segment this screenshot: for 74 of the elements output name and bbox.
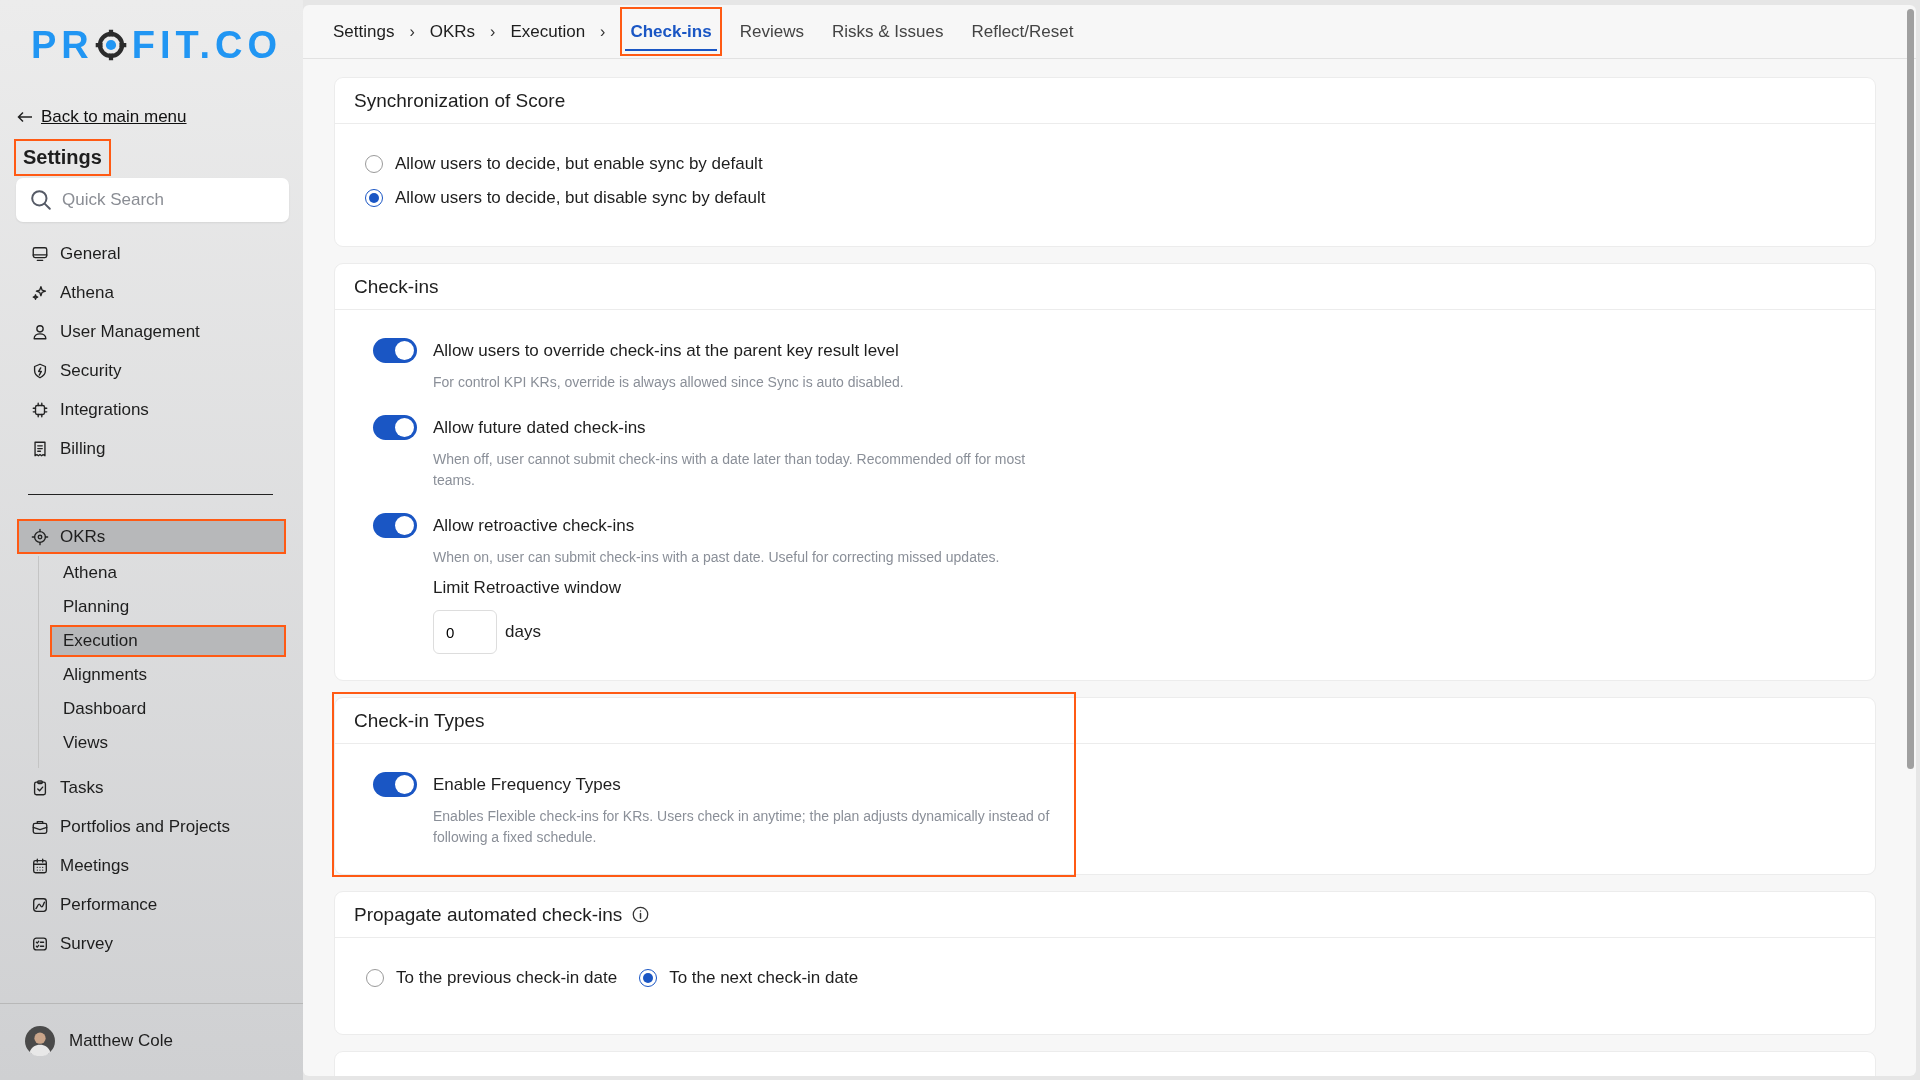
breadcrumb-link[interactable]: Settings [333, 21, 395, 42]
tab[interactable]: Risks & Issues [821, 7, 954, 56]
chart-icon [31, 895, 49, 914]
toggle-label: Allow users to override check-ins at the parent key result level [433, 340, 900, 362]
toggle-label: Allow retroactive check-ins [433, 515, 636, 537]
radio-label: To the next check-in date [669, 968, 859, 988]
subnav-item[interactable]: Execution [50, 625, 286, 657]
nav-item[interactable]: Survey [17, 926, 286, 961]
toggle-description: For control KPI KRs, override is always allowed since Sync is auto disabled. [433, 373, 904, 392]
breadcrumb-link[interactable]: OKRs [429, 21, 476, 42]
shield-icon [31, 361, 49, 380]
nav-item[interactable]: Billing [17, 431, 286, 466]
toggle-description: When off, user cannot submit check-ins with a date later than today. Recommended off for most teams. [433, 450, 1027, 490]
toggle-label: Enable Frequency Types [433, 774, 622, 796]
sparkle-icon [31, 283, 49, 302]
nav-item[interactable]: Meetings [17, 848, 286, 883]
toggle-switch[interactable] [373, 338, 417, 363]
logo-text: PR [31, 25, 94, 64]
calendar-icon [31, 856, 49, 875]
subnav-item[interactable]: Alignments [50, 659, 286, 691]
tab[interactable]: Check-ins [620, 7, 722, 56]
toggle-description: When on, user can submit check-ins with a past date. Useful for correcting missed updates. [433, 548, 1000, 567]
left-arrow-icon [17, 111, 33, 123]
tab[interactable]: Reviews [729, 7, 814, 56]
receipt-icon [31, 439, 49, 458]
section-title: Propagate automated check-ins [354, 903, 623, 926]
radio-label: To the previous check-in date [396, 968, 618, 988]
section-title: Check-ins [354, 275, 439, 298]
subnav-item[interactable]: Planning [50, 591, 286, 623]
monitor-icon [31, 244, 49, 263]
nav-item[interactable]: Athena [17, 275, 286, 310]
nav-item[interactable]: Portfolios and Projects [17, 809, 286, 844]
radio-label: Allow users to decide, but disable sync by default [395, 188, 766, 208]
field-label: Limit Retroactive window [433, 578, 622, 598]
settings-title: Settings [14, 139, 111, 176]
toggle-description: Enables Flexible check-ins for KRs. Users check in anytime; the plan adjusts dynamically instead of following a fixed schedule. [433, 807, 1051, 847]
nav-item[interactable]: User Management [17, 314, 286, 349]
logo-text: FIT.CO [131, 25, 283, 64]
days-field[interactable]: 0 [433, 610, 497, 654]
breadcrumb-separator: › [490, 22, 496, 41]
scrollbar-thumb[interactable] [1907, 9, 1914, 769]
tab[interactable]: Reflect/Reset [961, 7, 1084, 56]
nav-item[interactable]: Performance [17, 887, 286, 922]
unit-label: days [505, 622, 541, 642]
subnav-item[interactable]: Views [50, 727, 286, 759]
search-icon [30, 189, 52, 211]
user-icon [31, 322, 49, 341]
subnav-item[interactable]: Dashboard [50, 693, 286, 725]
target-icon [31, 527, 49, 546]
back-link[interactable]: Back to main menu [41, 107, 187, 127]
info-icon[interactable] [632, 906, 650, 923]
clipboard-icon [31, 778, 49, 797]
search-field[interactable]: Quick Search [16, 178, 289, 222]
subnav-item[interactable]: Athena [50, 557, 286, 589]
radio-label: Allow users to decide, but enable sync by default [395, 154, 763, 174]
toggle-switch[interactable] [373, 513, 417, 538]
user-name: Matthew Cole [69, 1031, 173, 1051]
nav-item[interactable]: Tasks [17, 770, 286, 805]
nav-item[interactable]: General [17, 236, 286, 271]
toggle-switch[interactable] [373, 772, 417, 797]
checklist-icon [31, 934, 49, 953]
toggle-label: Allow future dated check-ins [433, 417, 647, 439]
section-title: Synchronization of Score [354, 89, 566, 112]
nav-item[interactable]: OKRs [17, 519, 286, 554]
chip-icon [31, 400, 49, 419]
nav-item[interactable]: Security [17, 353, 286, 388]
avatar[interactable] [25, 1026, 55, 1056]
breadcrumb-separator: › [409, 22, 415, 41]
section-title: Check-in Types [354, 709, 485, 732]
toggle-switch[interactable] [373, 415, 417, 440]
target-logo-icon [93, 27, 128, 62]
nav-item[interactable]: Integrations [17, 392, 286, 427]
breadcrumb-separator: › [600, 22, 606, 41]
breadcrumb-link[interactable]: Execution [510, 21, 586, 42]
